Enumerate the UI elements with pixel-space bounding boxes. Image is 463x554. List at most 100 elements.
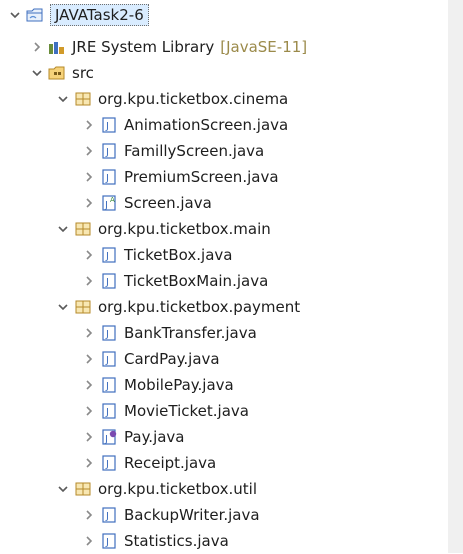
- tree-row-package[interactable]: org.kpu.ticketbox.util: [0, 476, 463, 502]
- java-file-icon: J: [100, 402, 118, 420]
- java-file-icon: J: [100, 454, 118, 472]
- chevron-right-icon[interactable]: [82, 534, 96, 548]
- chevron-right-icon[interactable]: [82, 508, 96, 522]
- java-project-icon: [26, 6, 44, 24]
- file-label: Screen.java: [124, 194, 212, 212]
- java-file-icon: J: [100, 142, 118, 160]
- package-icon: [74, 90, 92, 108]
- tree-row-file[interactable]: J TicketBoxMain.java: [0, 268, 463, 294]
- tree-row-file[interactable]: J Pay.java: [0, 424, 463, 450]
- tree-row-file[interactable]: J PremiumScreen.java: [0, 164, 463, 190]
- svg-text:A: A: [110, 196, 115, 204]
- source-folder-icon: [48, 64, 66, 82]
- file-label: BankTransfer.java: [124, 324, 257, 342]
- svg-text:J: J: [105, 407, 109, 418]
- chevron-down-icon[interactable]: [56, 482, 70, 496]
- file-label: TicketBox.java: [124, 246, 233, 264]
- java-file-icon: J: [100, 376, 118, 394]
- package-label: org.kpu.ticketbox.main: [98, 220, 271, 238]
- package-label: org.kpu.ticketbox.payment: [98, 298, 301, 316]
- svg-text:J: J: [105, 277, 109, 288]
- svg-text:J: J: [105, 511, 109, 522]
- java-file-icon: J: [100, 324, 118, 342]
- abstract-java-file-icon: JA: [100, 194, 118, 212]
- file-label: Receipt.java: [124, 454, 217, 472]
- java-file-icon: J: [100, 272, 118, 290]
- file-label: FamillyScreen.java: [124, 142, 265, 160]
- tree-row-file[interactable]: J MovieTicket.java: [0, 398, 463, 424]
- chevron-right-icon[interactable]: [82, 430, 96, 444]
- tree-row-package[interactable]: org.kpu.ticketbox.payment: [0, 294, 463, 320]
- tree-row-file[interactable]: JA Screen.java: [0, 190, 463, 216]
- package-icon: [74, 480, 92, 498]
- svg-text:J: J: [105, 355, 109, 366]
- library-icon: [48, 38, 66, 56]
- tree-row-file[interactable]: J Statistics.java: [0, 528, 463, 554]
- svg-text:J: J: [104, 434, 108, 445]
- project-name: JAVATask2-6: [50, 4, 149, 26]
- file-label: MovieTicket.java: [124, 402, 249, 420]
- java-file-icon: J: [100, 532, 118, 550]
- java-file-icon: J: [100, 246, 118, 264]
- tree-row-file[interactable]: J AnimationScreen.java: [0, 112, 463, 138]
- svg-text:J: J: [105, 147, 109, 158]
- tree-row-jre-system-library[interactable]: JRE System Library [JavaSE-11]: [0, 34, 463, 60]
- tree-row-file[interactable]: J CardPay.java: [0, 346, 463, 372]
- svg-text:J: J: [105, 381, 109, 392]
- java-file-icon: J: [100, 350, 118, 368]
- svg-text:J: J: [105, 121, 109, 132]
- jre-library-label: JRE System Library: [72, 38, 215, 56]
- chevron-down-icon[interactable]: [56, 300, 70, 314]
- project-explorer-tree: JAVATask2-6 JRE System Library [JavaSE-1…: [0, 0, 463, 553]
- tree-row-file[interactable]: J MobilePay.java: [0, 372, 463, 398]
- interface-java-file-icon: J: [100, 428, 118, 446]
- file-label: Statistics.java: [124, 532, 229, 550]
- chevron-down-icon[interactable]: [56, 92, 70, 106]
- chevron-right-icon[interactable]: [82, 352, 96, 366]
- package-icon: [74, 220, 92, 238]
- svg-text:J: J: [104, 200, 108, 211]
- package-icon: [74, 298, 92, 316]
- tree-row-project[interactable]: JAVATask2-6: [0, 2, 463, 28]
- chevron-right-icon[interactable]: [82, 378, 96, 392]
- chevron-right-icon[interactable]: [82, 274, 96, 288]
- tree-row-file[interactable]: J TicketBox.java: [0, 242, 463, 268]
- java-file-icon: J: [100, 116, 118, 134]
- svg-text:J: J: [105, 459, 109, 470]
- tree-row-file[interactable]: J FamillyScreen.java: [0, 138, 463, 164]
- file-label: AnimationScreen.java: [124, 116, 289, 134]
- tree-row-file[interactable]: J Receipt.java: [0, 450, 463, 476]
- package-label: org.kpu.ticketbox.cinema: [98, 90, 289, 108]
- file-label: TicketBoxMain.java: [124, 272, 269, 290]
- java-file-icon: J: [100, 168, 118, 186]
- package-label: org.kpu.ticketbox.util: [98, 480, 258, 498]
- tree-row-file[interactable]: J BackupWriter.java: [0, 502, 463, 528]
- chevron-down-icon[interactable]: [30, 66, 44, 80]
- chevron-right-icon[interactable]: [82, 326, 96, 340]
- svg-text:J: J: [105, 251, 109, 262]
- vertical-scrollbar[interactable]: [448, 0, 463, 553]
- chevron-right-icon[interactable]: [82, 196, 96, 210]
- jre-version-label: [JavaSE-11]: [220, 38, 308, 56]
- chevron-right-icon[interactable]: [30, 40, 44, 54]
- chevron-right-icon[interactable]: [82, 248, 96, 262]
- tree-row-package[interactable]: org.kpu.ticketbox.cinema: [0, 86, 463, 112]
- java-file-icon: J: [100, 506, 118, 524]
- chevron-down-icon[interactable]: [8, 8, 22, 22]
- file-label: PremiumScreen.java: [124, 168, 279, 186]
- svg-text:J: J: [105, 173, 109, 184]
- chevron-right-icon[interactable]: [82, 144, 96, 158]
- tree-row-package[interactable]: org.kpu.ticketbox.main: [0, 216, 463, 242]
- chevron-right-icon[interactable]: [82, 118, 96, 132]
- svg-text:J: J: [105, 537, 109, 548]
- chevron-down-icon[interactable]: [56, 222, 70, 236]
- file-label: CardPay.java: [124, 350, 220, 368]
- file-label: MobilePay.java: [124, 376, 234, 394]
- src-folder-label: src: [72, 64, 94, 82]
- chevron-right-icon[interactable]: [82, 456, 96, 470]
- tree-row-src[interactable]: src: [0, 60, 463, 86]
- chevron-right-icon[interactable]: [82, 404, 96, 418]
- tree-row-file[interactable]: J BankTransfer.java: [0, 320, 463, 346]
- chevron-right-icon[interactable]: [82, 170, 96, 184]
- file-label: Pay.java: [124, 428, 185, 446]
